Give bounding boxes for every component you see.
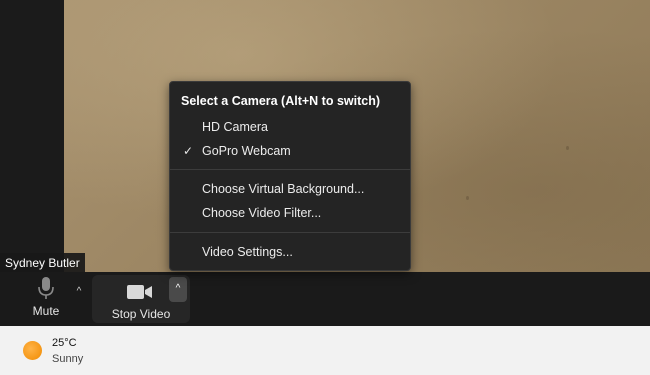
menu-divider (170, 232, 410, 233)
menu-item-label: Choose Virtual Background... (202, 182, 365, 196)
menu-item-hd-camera[interactable]: HD Camera (170, 115, 410, 139)
checkmark-icon: ✓ (183, 144, 194, 158)
stop-video-label: Stop Video (111, 307, 171, 321)
video-options-caret[interactable]: ^ (169, 277, 187, 302)
mute-label: Mute (32, 304, 60, 318)
sun-icon (23, 341, 42, 360)
video-camera-icon (127, 285, 152, 299)
menu-item-label: HD Camera (202, 120, 268, 134)
menu-item-label: Video Settings... (202, 245, 293, 259)
video-speck (566, 146, 569, 150)
taskbar: 25°C Sunny (0, 326, 650, 375)
menu-item-gopro-webcam[interactable]: ✓ GoPro Webcam (170, 139, 410, 163)
menu-item-label: GoPro Webcam (202, 144, 291, 158)
menu-item-video-filter[interactable]: Choose Video Filter... (170, 201, 410, 225)
weather-condition: Sunny (52, 353, 84, 365)
weather-temperature: 25°C (52, 337, 77, 349)
audio-options-caret[interactable]: ^ (72, 280, 86, 304)
camera-menu-header: Select a Camera (Alt+N to switch) (181, 94, 381, 108)
menu-item-label: Choose Video Filter... (202, 206, 322, 220)
participant-name-tag: Sydney Butler (0, 253, 85, 273)
menu-divider (170, 169, 410, 170)
meeting-toolbar: Mute ^ Stop Video ^ (0, 272, 650, 326)
camera-menu: Select a Camera (Alt+N to switch) HD Cam… (169, 81, 411, 271)
video-speck (466, 196, 469, 200)
left-strip (0, 0, 64, 272)
mute-button[interactable]: Mute (20, 276, 72, 322)
menu-item-virtual-background[interactable]: Choose Virtual Background... (170, 177, 410, 201)
microphone-icon (38, 277, 54, 299)
menu-item-video-settings[interactable]: Video Settings... (170, 240, 410, 264)
